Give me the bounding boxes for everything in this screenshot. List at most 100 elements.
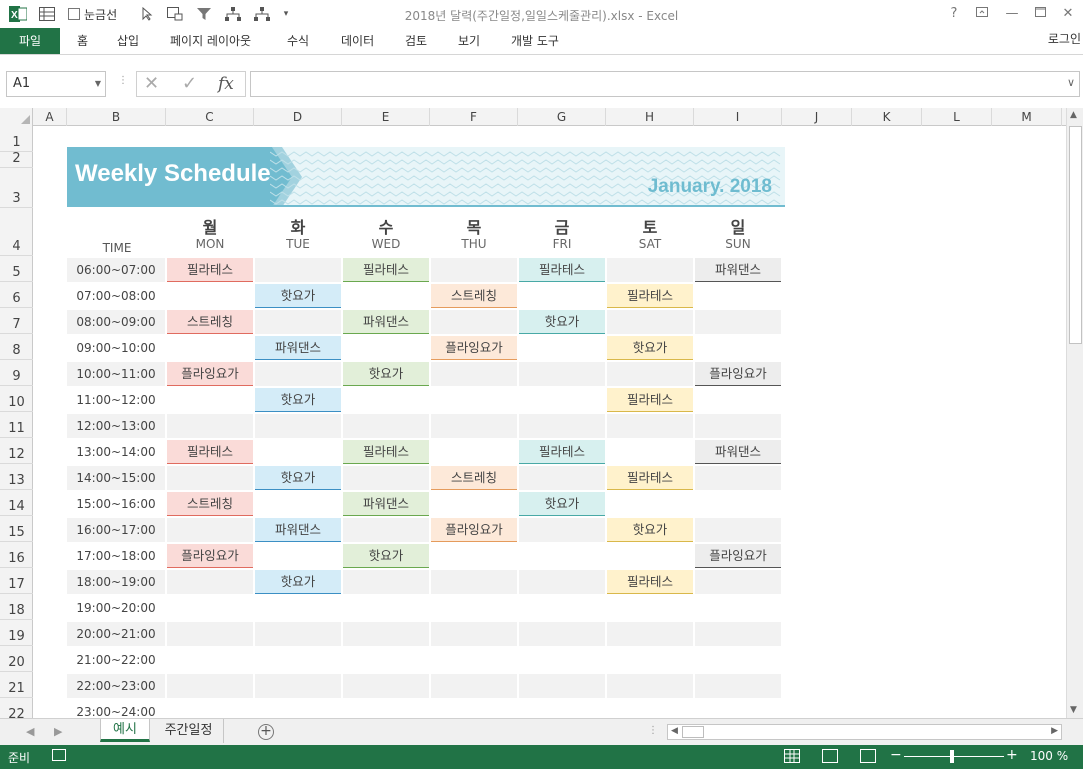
schedule-cell[interactable]: [431, 440, 517, 464]
column-header[interactable]: A: [33, 108, 67, 126]
schedule-cell[interactable]: [255, 440, 341, 464]
schedule-cell[interactable]: [431, 362, 517, 386]
schedule-cell[interactable]: [431, 570, 517, 594]
sheet-next-icon[interactable]: ▶: [54, 725, 62, 738]
schedule-cell[interactable]: [255, 544, 341, 568]
normal-view-icon[interactable]: [784, 749, 800, 763]
schedule-cell[interactable]: [167, 414, 253, 438]
row-header[interactable]: 10: [0, 386, 33, 412]
schedule-cell[interactable]: [695, 414, 781, 438]
schedule-cell[interactable]: [167, 570, 253, 594]
zoom-out-icon[interactable]: −: [890, 747, 902, 763]
schedule-cell[interactable]: 파워댄스: [695, 440, 781, 464]
column-header[interactable]: E: [342, 108, 430, 126]
splitter-dots-icon[interactable]: ⋮: [118, 75, 128, 86]
schedule-cell[interactable]: [255, 674, 341, 698]
scroll-up-icon[interactable]: ▲: [1070, 110, 1077, 120]
schedule-cell[interactable]: [519, 674, 605, 698]
schedule-cell[interactable]: [343, 466, 429, 490]
schedule-cell[interactable]: 플라잉요가: [431, 336, 517, 360]
column-header[interactable]: K: [852, 108, 922, 126]
row-header[interactable]: 11: [0, 412, 33, 438]
schedule-cell[interactable]: 파워댄스: [255, 336, 341, 360]
horizontal-scroll-thumb[interactable]: [682, 726, 704, 738]
tab-page-layout[interactable]: 페이지 레이아웃: [170, 28, 251, 54]
schedule-cell[interactable]: [519, 388, 605, 412]
scroll-right-icon[interactable]: ▶: [1051, 726, 1058, 736]
cancel-icon[interactable]: ✕: [144, 71, 159, 97]
schedule-cell[interactable]: 파워댄스: [695, 258, 781, 282]
schedule-cell[interactable]: [343, 518, 429, 542]
schedule-cell[interactable]: 핫요가: [255, 570, 341, 594]
schedule-cell[interactable]: [255, 362, 341, 386]
column-header[interactable]: I: [694, 108, 782, 126]
row-header[interactable]: 12: [0, 438, 33, 464]
row-header[interactable]: 20: [0, 646, 33, 672]
row-header[interactable]: 18: [0, 594, 33, 620]
vertical-scrollbar[interactable]: ▲ ▼: [1066, 108, 1083, 718]
schedule-cell[interactable]: [167, 622, 253, 646]
schedule-cell[interactable]: [607, 310, 693, 334]
schedule-cell[interactable]: 파워댄스: [343, 492, 429, 516]
close-icon[interactable]: ✕: [1056, 4, 1080, 24]
schedule-cell[interactable]: [343, 570, 429, 594]
schedule-cell[interactable]: 플라잉요가: [167, 544, 253, 568]
schedule-cell[interactable]: [343, 622, 429, 646]
schedule-cell[interactable]: [343, 648, 429, 672]
sheet-tab-weekly[interactable]: 주간일정: [154, 719, 224, 743]
schedule-cell[interactable]: [431, 648, 517, 672]
add-sheet-icon[interactable]: +: [258, 724, 274, 740]
schedule-cell[interactable]: [431, 310, 517, 334]
schedule-cell[interactable]: [607, 596, 693, 620]
schedule-cell[interactable]: 플라잉요가: [167, 362, 253, 386]
schedule-cell[interactable]: 플라잉요가: [695, 362, 781, 386]
schedule-cell[interactable]: [167, 388, 253, 412]
minimize-icon[interactable]: —: [1000, 4, 1024, 24]
row-header[interactable]: 5: [0, 256, 33, 282]
schedule-cell[interactable]: 핫요가: [255, 388, 341, 412]
schedule-cell[interactable]: [431, 492, 517, 516]
schedule-cell[interactable]: 필라테스: [607, 466, 693, 490]
select-all-corner[interactable]: [0, 108, 33, 126]
schedule-cell[interactable]: 필라테스: [343, 440, 429, 464]
tab-splitter-icon[interactable]: ⋮: [648, 725, 658, 736]
schedule-cell[interactable]: [695, 596, 781, 620]
scroll-left-icon[interactable]: ◀: [671, 726, 678, 736]
schedule-cell[interactable]: [167, 466, 253, 490]
schedule-cell[interactable]: 파워댄스: [343, 310, 429, 334]
maximize-icon[interactable]: [1028, 4, 1052, 24]
schedule-cell[interactable]: [343, 336, 429, 360]
schedule-cell[interactable]: [695, 492, 781, 516]
schedule-cell[interactable]: [167, 596, 253, 620]
schedule-cell[interactable]: [519, 622, 605, 646]
schedule-cell[interactable]: 핫요가: [607, 336, 693, 360]
sheet-tab-example[interactable]: 예시: [100, 719, 150, 742]
row-header[interactable]: 15: [0, 516, 33, 542]
schedule-cell[interactable]: [519, 284, 605, 308]
row-header[interactable]: 2: [0, 151, 33, 168]
schedule-cell[interactable]: 플라잉요가: [695, 544, 781, 568]
column-header[interactable]: L: [922, 108, 992, 126]
schedule-cell[interactable]: 핫요가: [255, 284, 341, 308]
schedule-cell[interactable]: [519, 544, 605, 568]
schedule-cell[interactable]: [431, 622, 517, 646]
tab-review[interactable]: 검토: [405, 28, 427, 54]
column-header[interactable]: G: [518, 108, 606, 126]
schedule-cell[interactable]: [167, 648, 253, 672]
schedule-cell[interactable]: 파워댄스: [255, 518, 341, 542]
schedule-cell[interactable]: 핫요가: [607, 518, 693, 542]
page-break-view-icon[interactable]: [860, 749, 876, 763]
schedule-cell[interactable]: [431, 388, 517, 412]
schedule-cell[interactable]: 필라테스: [519, 440, 605, 464]
column-header[interactable]: C: [166, 108, 254, 126]
row-header[interactable]: 16: [0, 542, 33, 568]
column-header[interactable]: B: [67, 108, 166, 126]
schedule-cell[interactable]: [607, 492, 693, 516]
row-header[interactable]: 3: [0, 168, 33, 208]
schedule-cell[interactable]: [695, 466, 781, 490]
tab-view[interactable]: 보기: [458, 28, 480, 54]
check-icon[interactable]: ✓: [182, 71, 197, 97]
schedule-cell[interactable]: [255, 258, 341, 282]
tab-developer[interactable]: 개발 도구: [511, 28, 559, 54]
schedule-cell[interactable]: 핫요가: [343, 544, 429, 568]
